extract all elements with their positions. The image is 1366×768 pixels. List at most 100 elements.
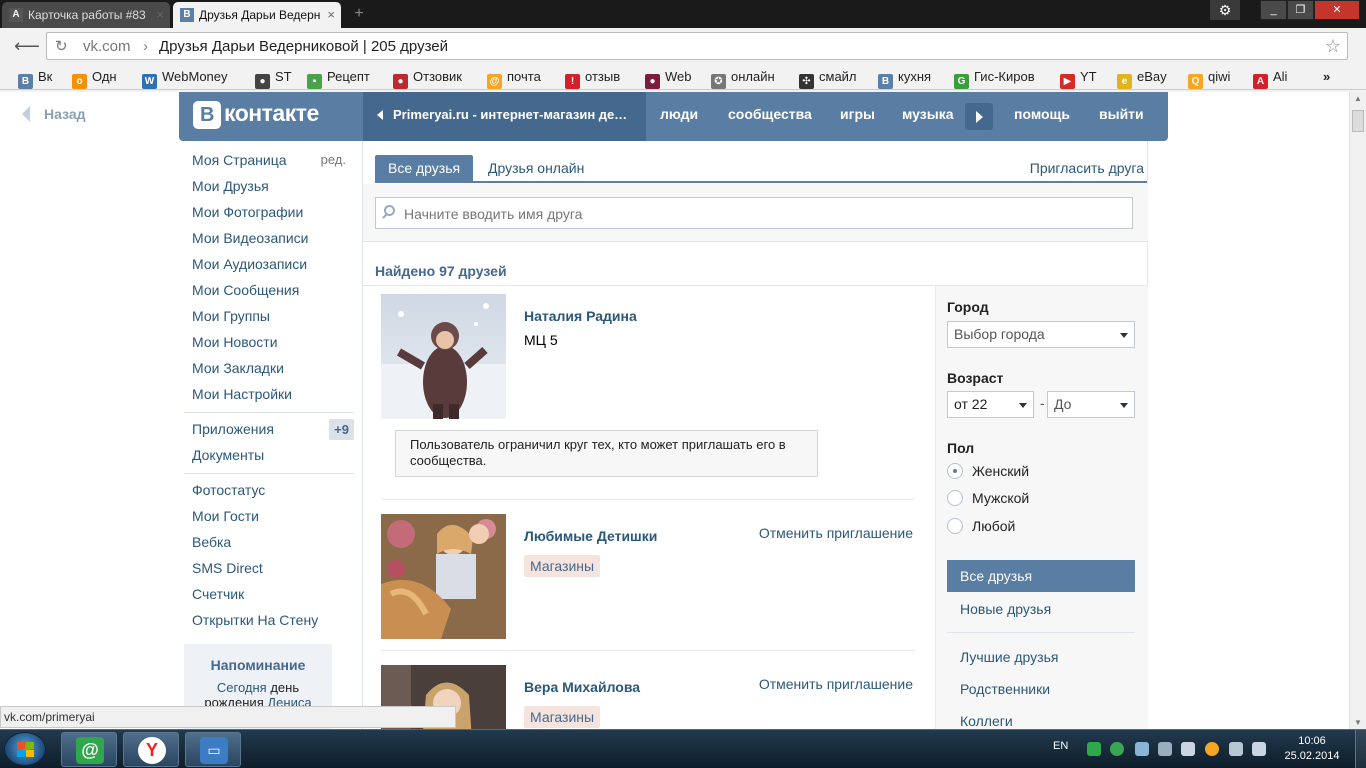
bookmark-12[interactable]: G Гис-Киров bbox=[954, 68, 1035, 89]
menu-my-news[interactable]: Мои Новости bbox=[184, 330, 356, 356]
language-indicator[interactable]: EN bbox=[1053, 740, 1068, 752]
tray-mail-icon[interactable] bbox=[1087, 742, 1101, 756]
menu-edit-link[interactable]: ред. bbox=[321, 148, 346, 172]
friends-search-input[interactable]: Начните вводить имя друга bbox=[375, 197, 1133, 229]
menu-my-groups[interactable]: Мои Группы bbox=[184, 304, 356, 330]
menu-documents[interactable]: Документы bbox=[184, 443, 356, 469]
cancel-invite-link[interactable]: Отменить приглашение bbox=[759, 676, 913, 692]
address-bar[interactable]: ↻ vk.com › Друзья Дарьи Ведерниковой | 2… bbox=[46, 32, 1348, 60]
bookmark-star-icon[interactable]: ☆ bbox=[1325, 36, 1341, 57]
tab-all-friends[interactable]: Все друзья bbox=[375, 155, 474, 181]
invite-friend-link[interactable]: Пригласить друга bbox=[1030, 155, 1144, 181]
maximize-button[interactable]: ❐ bbox=[1287, 0, 1314, 20]
category-tag[interactable]: Магазины bbox=[524, 555, 601, 577]
reload-icon[interactable]: ↻ bbox=[55, 37, 68, 55]
menu-apps[interactable]: Приложения +9 bbox=[184, 417, 356, 443]
nav-music[interactable]: музыка bbox=[902, 106, 953, 122]
nav-games[interactable]: игры bbox=[840, 106, 875, 122]
bookmark-3[interactable]: ● ST bbox=[255, 68, 292, 89]
bookmark-0[interactable]: В Вк bbox=[18, 68, 52, 89]
bookmark-9[interactable]: ✪ онлайн bbox=[711, 68, 775, 89]
bookmark-10[interactable]: ✣ смайл bbox=[799, 68, 857, 89]
bookmarks-overflow-icon[interactable]: » bbox=[1323, 68, 1330, 86]
friend-name-link[interactable]: Любимые Детишки bbox=[524, 528, 657, 544]
list-all-friends[interactable]: Все друзья bbox=[947, 560, 1135, 592]
sex-any-radio[interactable]: Любой bbox=[947, 518, 1015, 536]
nav-logout[interactable]: выйти bbox=[1099, 106, 1144, 122]
scroll-up-icon[interactable]: ▲ bbox=[1354, 94, 1362, 103]
category-tag[interactable]: Магазины bbox=[524, 706, 601, 728]
list-new-friends[interactable]: Новые друзья bbox=[947, 593, 1135, 625]
bookmark-6[interactable]: @ почта bbox=[487, 68, 541, 89]
friend-name-link[interactable]: Наталия Радина bbox=[524, 308, 637, 324]
bookmark-11[interactable]: Вкухня bbox=[878, 68, 931, 89]
menu-my-guests[interactable]: Мои Гости bbox=[184, 504, 356, 530]
list-relatives[interactable]: Родственники bbox=[947, 673, 1135, 705]
browser-tab-friends[interactable]: В Друзья Дарьи Ведерн × bbox=[173, 2, 341, 28]
tab-close-icon[interactable]: × bbox=[327, 2, 335, 28]
show-desktop-button[interactable] bbox=[1355, 730, 1366, 768]
age-from-select[interactable]: от 22 bbox=[947, 391, 1034, 418]
close-window-button[interactable]: ✕ bbox=[1314, 0, 1360, 20]
menu-counter[interactable]: Счетчик bbox=[184, 582, 356, 608]
scroll-down-icon[interactable]: ▼ bbox=[1354, 718, 1362, 727]
tray-volume-icon[interactable] bbox=[1252, 742, 1266, 756]
sex-male-radio[interactable]: Мужской bbox=[947, 490, 1029, 508]
bookmark-15[interactable]: Qqiwi bbox=[1188, 68, 1230, 89]
tray-update-icon[interactable] bbox=[1205, 742, 1219, 756]
bookmark-7[interactable]: ! отзыв bbox=[565, 68, 620, 89]
friend-photo-natalia[interactable] bbox=[381, 294, 506, 419]
settings-gear-icon[interactable]: ⚙ bbox=[1210, 0, 1240, 20]
tray-flag-icon[interactable] bbox=[1181, 742, 1195, 756]
menu-my-audio[interactable]: Мои Аудиозаписи bbox=[184, 252, 356, 278]
menu-my-photos[interactable]: Мои Фотографии bbox=[184, 200, 356, 226]
friend-name-link[interactable]: Вера Михайлова bbox=[524, 679, 640, 695]
tray-network-icon[interactable] bbox=[1158, 742, 1172, 756]
sex-female-radio[interactable]: Женский bbox=[947, 463, 1029, 481]
taskbar-yandex-browser[interactable]: Y bbox=[123, 732, 179, 767]
bookmark-14[interactable]: e eBay bbox=[1117, 68, 1167, 89]
bookmark-16[interactable]: A Ali bbox=[1253, 68, 1287, 89]
bookmark-2[interactable]: W WebMoney bbox=[142, 68, 228, 89]
tray-chat-icon[interactable] bbox=[1110, 742, 1124, 756]
list-colleagues[interactable]: Коллеги bbox=[947, 705, 1135, 729]
bookmark-13[interactable]: ▶ YT bbox=[1060, 68, 1097, 89]
nav-help[interactable]: помощь bbox=[1014, 106, 1070, 122]
city-select[interactable]: Выбор города bbox=[947, 321, 1135, 348]
header-group-link[interactable]: Primeryai.ru - интернет-магазин детской … bbox=[363, 92, 646, 141]
vk-logo[interactable]: Вконтакте bbox=[193, 100, 319, 129]
cancel-invite-link[interactable]: Отменить приглашение bbox=[759, 525, 913, 541]
start-button[interactable] bbox=[4, 732, 46, 766]
nav-communities[interactable]: сообщества bbox=[728, 106, 812, 122]
bookmark-5[interactable]: ● Отзовик bbox=[393, 68, 462, 89]
bookmark-1[interactable]: о Одн bbox=[72, 68, 117, 89]
minimize-button[interactable]: _ bbox=[1260, 0, 1287, 20]
menu-webcam[interactable]: Вебка bbox=[184, 530, 356, 556]
taskbar-mail-agent[interactable]: @ bbox=[61, 732, 117, 767]
menu-my-settings[interactable]: Мои Настройки bbox=[184, 382, 356, 408]
tray-wifi-icon[interactable] bbox=[1135, 742, 1149, 756]
menu-my-page[interactable]: Моя Страница ред. bbox=[184, 148, 356, 174]
page-scrollbar[interactable]: ▲ ▼ bbox=[1349, 92, 1366, 729]
menu-photostatus[interactable]: Фотостатус bbox=[184, 478, 356, 504]
reminder-today-link[interactable]: Сегодня bbox=[217, 680, 267, 695]
tray-battery-icon[interactable] bbox=[1229, 742, 1243, 756]
list-best-friends[interactable]: Лучшие друзья bbox=[947, 641, 1135, 673]
menu-sms-direct[interactable]: SMS Direct bbox=[184, 556, 356, 582]
system-clock[interactable]: 10:06 25.02.2014 bbox=[1280, 734, 1344, 764]
menu-my-friends[interactable]: Мои Друзья bbox=[184, 174, 356, 200]
back-arrow-icon[interactable]: ⟵ bbox=[14, 36, 40, 57]
nav-people[interactable]: люди bbox=[660, 106, 698, 122]
back-link[interactable]: Назад bbox=[22, 106, 86, 122]
menu-my-bookmarks[interactable]: Мои Закладки bbox=[184, 356, 356, 382]
bookmark-8[interactable]: ● Web bbox=[645, 68, 692, 89]
menu-my-videos[interactable]: Мои Видеозаписи bbox=[184, 226, 356, 252]
new-tab-button[interactable]: + bbox=[347, 5, 371, 23]
menu-my-messages[interactable]: Мои Сообщения bbox=[184, 278, 356, 304]
menu-wall-cards[interactable]: Открытки На Стену bbox=[184, 608, 356, 634]
bookmark-4[interactable]: ▪ Рецепт bbox=[307, 68, 370, 89]
taskbar-computer[interactable]: ▭ bbox=[185, 732, 241, 767]
browser-tab-work-card[interactable]: А Карточка работы #83 × bbox=[2, 2, 170, 28]
friend-photo-lyubimye[interactable] bbox=[381, 514, 506, 639]
tab-friends-online[interactable]: Друзья онлайн bbox=[475, 155, 597, 181]
